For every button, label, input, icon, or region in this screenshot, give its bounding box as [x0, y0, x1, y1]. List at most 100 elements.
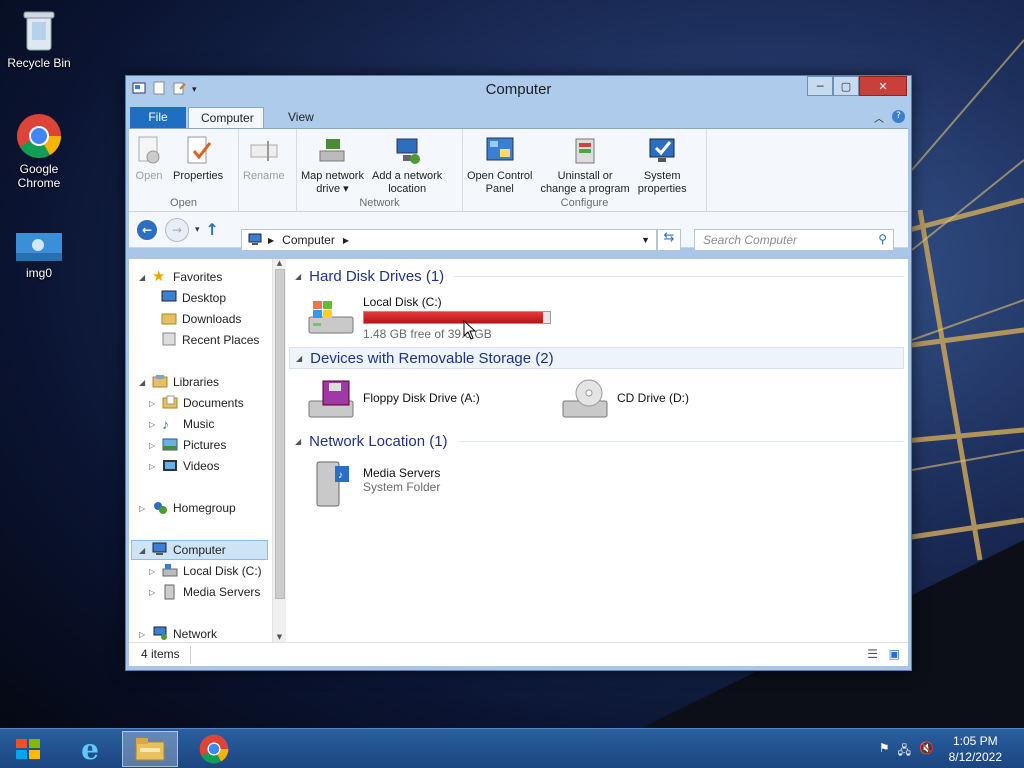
rename-button[interactable]: Rename	[239, 129, 289, 211]
nav-label: Computer	[173, 543, 226, 557]
group-header-label: Network Location (1)	[309, 432, 448, 450]
nav-label: Pictures	[183, 438, 227, 452]
nav-item-desktop[interactable]: Desktop	[161, 288, 226, 308]
minimize-button[interactable]: ─	[807, 76, 833, 96]
item-name: Media Servers	[363, 466, 441, 480]
breadcrumb-chevron-icon[interactable]: ▶	[268, 236, 274, 245]
nav-scrollbar[interactable]: ▲ ▼	[272, 259, 286, 643]
scroll-up-icon[interactable]: ▲	[273, 259, 286, 267]
network-drive-icon	[319, 139, 345, 162]
close-button[interactable]: ✕	[859, 76, 907, 96]
group-header-network[interactable]: ◢ Network Location (1)	[289, 430, 904, 452]
refresh-button[interactable]: ⇆	[657, 229, 681, 251]
search-input[interactable]: Search Computer ⚲	[694, 229, 894, 251]
scroll-down-icon[interactable]: ▼	[273, 633, 286, 641]
system-tray: ⚑ 🖧 🔇	[879, 741, 934, 762]
windows-drive-icon	[308, 301, 354, 334]
nav-item-computer[interactable]: ◢ Computer	[131, 540, 268, 560]
nav-item-homegroup[interactable]: ▷ Homegroup	[139, 498, 236, 518]
address-dropdown-icon[interactable]: ▼	[641, 235, 650, 245]
nav-item-videos[interactable]: ▷ Videos	[149, 456, 219, 476]
breadcrumb-computer[interactable]: Computer	[282, 233, 335, 247]
desktop-icon-google-chrome[interactable]: Google Chrome	[1, 112, 77, 190]
window-title: Computer	[485, 81, 552, 98]
up-button[interactable]: ↑	[206, 220, 219, 239]
collapse-icon[interactable]: ◢	[295, 437, 301, 446]
large-icons-view-icon[interactable]: ▣	[889, 647, 900, 661]
network-item-media-servers[interactable]: ♪ Media Servers System Folder	[307, 460, 440, 508]
nav-label: Music	[183, 417, 215, 431]
nav-item-libraries[interactable]: ◢ Libraries	[139, 372, 219, 392]
desktop-icon-recycle-bin[interactable]: Recycle Bin	[1, 6, 77, 70]
navigation-pane: ◢ ★ Favorites Desktop Downloads Recent Pla…	[129, 259, 271, 643]
sys-label-1: System	[643, 170, 681, 182]
nav-item-documents[interactable]: ▷ Documents	[149, 393, 244, 413]
group-label-open: Open	[170, 197, 197, 209]
nav-item-downloads[interactable]: Downloads	[161, 309, 241, 329]
collapse-icon[interactable]: ◢	[296, 354, 302, 363]
programs-icon	[575, 138, 595, 164]
ribbon: Open Properties Open Rename Map network …	[129, 128, 908, 212]
group-header-label: Hard Disk Drives (1)	[309, 267, 445, 285]
volume-muted-icon[interactable]: 🔇	[919, 741, 934, 762]
taskbar-internet-explorer[interactable]: e	[62, 731, 118, 767]
item-subtitle: System Folder	[363, 480, 441, 494]
documents-icon	[162, 395, 178, 411]
action-center-flag-icon[interactable]: ⚑	[879, 741, 890, 762]
taskbar-google-chrome[interactable]	[186, 731, 242, 767]
nav-item-pictures[interactable]: ▷ Pictures	[149, 435, 226, 455]
clock[interactable]: 1:05 PM 8/12/2022	[949, 733, 1002, 765]
nav-item-media-servers[interactable]: ▷ Media Servers	[149, 582, 260, 602]
breadcrumb-chevron-icon[interactable]: ▶	[343, 236, 349, 245]
tab-file[interactable]: File	[130, 107, 186, 128]
nav-item-recent-places[interactable]: Recent Places	[161, 330, 259, 350]
open-label: Open	[135, 170, 163, 182]
mouse-cursor-icon	[463, 320, 477, 340]
ribbon-tabs: File Computer View ︿ ?	[126, 104, 911, 128]
back-button[interactable]: ←	[135, 217, 159, 242]
group-header-removable[interactable]: ◢ Devices with Removable Storage (2)	[289, 347, 904, 369]
internet-explorer-icon: e	[81, 732, 99, 766]
music-icon: ♪	[162, 416, 169, 432]
group-header-hard-disk[interactable]: ◢ Hard Disk Drives (1)	[289, 265, 904, 287]
network-location-icon	[396, 138, 421, 164]
nav-item-music[interactable]: ▷ ♪ Music	[149, 414, 214, 434]
maximize-button[interactable]: ▢	[833, 76, 859, 96]
scrollbar-thumb[interactable]	[275, 269, 285, 599]
title-bar[interactable]: ▾ Computer ─ ▢ ✕	[126, 76, 911, 104]
system-properties-icon	[649, 138, 675, 162]
nav-label: Media Servers	[183, 585, 261, 599]
tab-computer[interactable]: Computer	[188, 107, 264, 128]
uninstall-label-2: change a program	[540, 183, 630, 195]
control-panel-icon	[486, 137, 514, 161]
homegroup-icon	[152, 500, 168, 516]
libraries-icon	[152, 374, 168, 390]
group-header-label: Devices with Removable Storage (2)	[310, 349, 554, 367]
address-box[interactable]: ▶ Computer ▶ ▼	[241, 229, 657, 251]
drive-item-cd[interactable]: CD Drive (D:)	[561, 377, 689, 425]
collapse-ribbon-icon[interactable]: ︿	[874, 110, 884, 125]
network-status-icon[interactable]: 🖧	[898, 741, 911, 762]
clock-time: 1:05 PM	[952, 734, 998, 748]
ocp-label-1: Open Control	[467, 170, 533, 182]
drive-item-floppy[interactable]: Floppy Disk Drive (A:)	[307, 377, 480, 425]
collapse-icon[interactable]: ◢	[295, 272, 301, 281]
details-view-icon[interactable]: ☰	[867, 647, 878, 661]
recent-locations-dropdown[interactable]: ▾	[195, 225, 200, 235]
forward-button[interactable]: →	[165, 217, 189, 242]
network-icon	[152, 626, 168, 642]
drive-item-local-disk[interactable]: Local Disk (C:) 1.48 GB free of 39.6 GB	[307, 295, 551, 343]
nav-item-favorites[interactable]: ◢ ★ Favorites	[139, 267, 222, 287]
desktop-icon-label: img0	[25, 266, 52, 280]
desktop-icon-label: Recycle Bin	[7, 56, 71, 70]
help-icon[interactable]: ?	[892, 110, 905, 123]
start-button[interactable]	[0, 731, 56, 767]
nav-label: Downloads	[182, 312, 242, 326]
nav-item-network[interactable]: ▷ Network	[139, 624, 217, 644]
taskbar-file-explorer[interactable]	[122, 731, 178, 767]
recycle-bin-icon	[15, 6, 63, 54]
nav-item-local-disk[interactable]: ▷ Local Disk (C:)	[149, 561, 262, 581]
drive-free-space: 1.48 GB free of 39.6 GB	[363, 327, 492, 341]
tab-view[interactable]: View	[276, 107, 326, 128]
desktop-icon-img0[interactable]: img0	[1, 230, 77, 280]
